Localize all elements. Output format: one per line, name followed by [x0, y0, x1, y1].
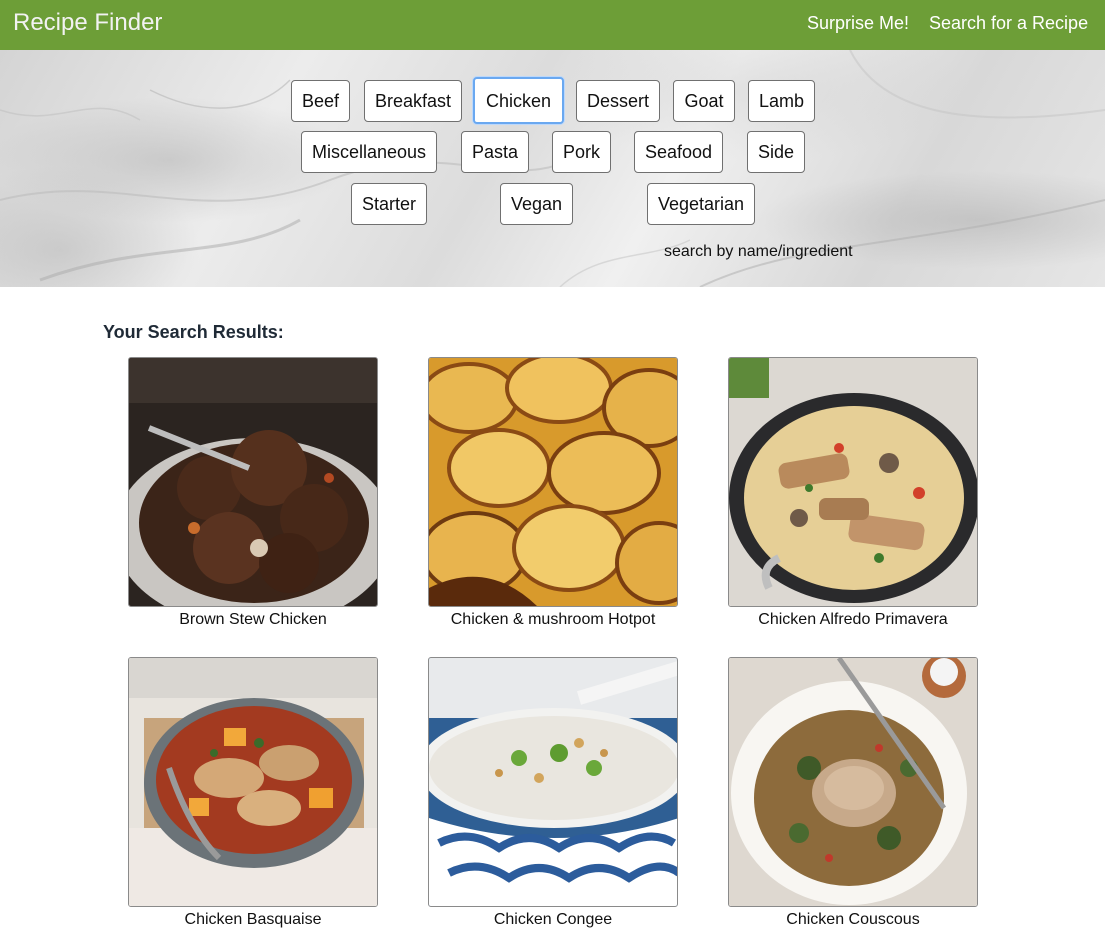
surprise-me-link[interactable]: Surprise Me!	[807, 13, 909, 34]
category-button-miscellaneous[interactable]: Miscellaneous	[301, 131, 437, 173]
recipe-photo[interactable]	[428, 357, 678, 607]
recipe-title[interactable]: Brown Stew Chicken	[88, 611, 418, 629]
category-button-starter[interactable]: Starter	[351, 183, 427, 225]
chicken-mushroom-hotpot-photo	[429, 358, 677, 606]
category-button-lamb[interactable]: Lamb	[748, 80, 815, 122]
results-heading: Your Search Results:	[103, 322, 284, 342]
recipe-card[interactable]: Chicken Couscous	[728, 657, 978, 928]
chicken-congee-photo	[429, 658, 677, 906]
recipe-card[interactable]: Chicken & mushroom Hotpot	[428, 357, 678, 628]
recipe-card[interactable]: Brown Stew Chicken	[128, 357, 378, 628]
recipe-card[interactable]: Chicken Congee	[428, 657, 678, 928]
search-recipe-link[interactable]: Search for a Recipe	[929, 13, 1088, 34]
brown-stew-chicken-photo	[129, 358, 377, 606]
category-button-beef[interactable]: Beef	[291, 80, 350, 122]
category-button-chicken[interactable]: Chicken	[473, 77, 564, 124]
chicken-basquaise-photo	[129, 658, 377, 906]
recipe-photo[interactable]	[428, 657, 678, 907]
category-button-dessert[interactable]: Dessert	[576, 80, 660, 122]
recipe-photo[interactable]	[128, 357, 378, 607]
chicken-couscous-photo	[729, 658, 977, 906]
category-button-breakfast[interactable]: Breakfast	[364, 80, 462, 122]
chicken-alfredo-primavera-photo	[729, 358, 977, 606]
category-button-vegetarian[interactable]: Vegetarian	[647, 183, 755, 225]
category-button-pork[interactable]: Pork	[552, 131, 611, 173]
recipe-title[interactable]: Chicken Basquaise	[88, 911, 418, 929]
recipe-title[interactable]: Chicken & mushroom Hotpot	[388, 611, 718, 629]
category-button-side[interactable]: Side	[747, 131, 805, 173]
recipe-card[interactable]: Chicken Basquaise	[128, 657, 378, 928]
recipe-title[interactable]: Chicken Alfredo Primavera	[688, 611, 1018, 629]
category-panel: Beef Breakfast Chicken Dessert Goat Lamb…	[0, 50, 1105, 287]
recipe-photo[interactable]	[728, 657, 978, 907]
recipe-card[interactable]: Chicken Alfredo Primavera	[728, 357, 978, 628]
top-navbar: Recipe Finder Surprise Me! Search for a …	[0, 0, 1105, 50]
app-brand[interactable]: Recipe Finder	[13, 9, 162, 37]
search-label: search by name/ingredient	[664, 243, 853, 260]
category-button-seafood[interactable]: Seafood	[634, 131, 723, 173]
category-button-vegan[interactable]: Vegan	[500, 183, 573, 225]
recipe-photo[interactable]	[728, 357, 978, 607]
category-button-goat[interactable]: Goat	[673, 80, 735, 122]
recipe-title[interactable]: Chicken Congee	[388, 911, 718, 929]
recipe-title[interactable]: Chicken Couscous	[688, 911, 1018, 929]
recipe-photo[interactable]	[128, 657, 378, 907]
category-button-pasta[interactable]: Pasta	[461, 131, 529, 173]
